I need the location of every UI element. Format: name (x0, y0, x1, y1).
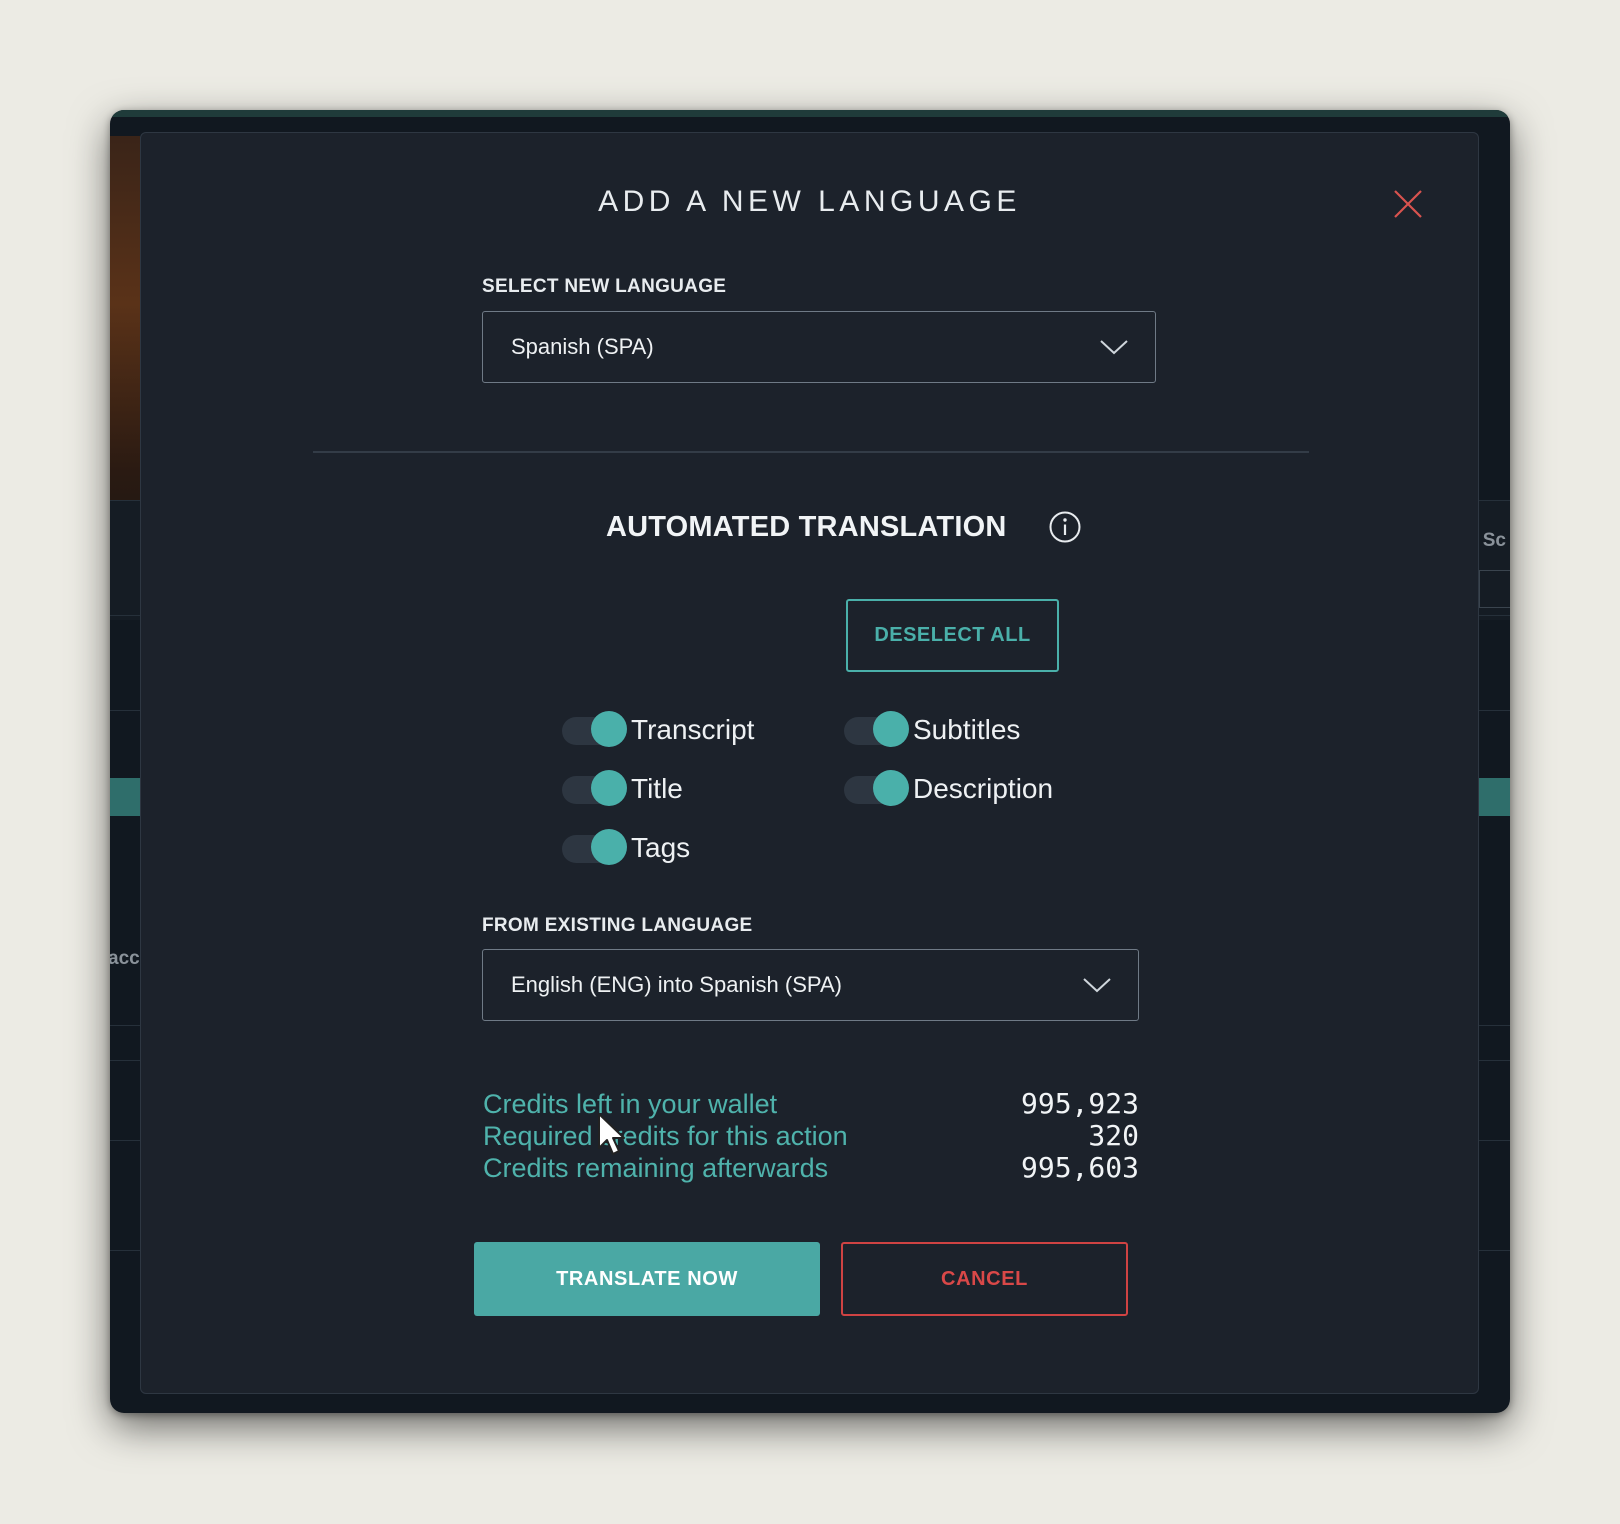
info-icon[interactable] (1048, 510, 1082, 544)
toggle-label: Transcript (631, 714, 755, 745)
credits-required-row: Required credits for this action 320 (483, 1120, 1139, 1152)
credits-wallet-row: Credits left in your wallet 995,923 (483, 1088, 1139, 1120)
from-language-label: FROM EXISTING LANGUAGE (482, 915, 753, 936)
deselect-all-button[interactable]: DESELECT ALL (846, 599, 1059, 672)
close-icon[interactable] (1391, 187, 1425, 221)
toggle-label: Tags (631, 832, 691, 863)
credit-value: 995,603 (1020, 1151, 1139, 1184)
window-top-edge (110, 110, 1510, 117)
new-language-value: Spanish (SPA) (511, 334, 654, 359)
modal-title: ADD A NEW LANGUAGE (598, 185, 1021, 218)
select-language-label: SELECT NEW LANGUAGE (482, 276, 727, 297)
background-expand-icon (1479, 570, 1510, 608)
credit-label: Credits left in your wallet (483, 1089, 778, 1119)
cancel-button[interactable]: CANCEL (841, 1242, 1128, 1316)
background-column-header: Sc (1482, 530, 1506, 551)
credits-summary: Credits left in your wallet 995,923 Requ… (483, 1088, 1139, 1184)
from-language-value: English (ENG) into Spanish (SPA) (511, 972, 842, 997)
toggle-knob (873, 770, 909, 806)
chevron-down-icon (1099, 338, 1129, 356)
credit-label: Credits remaining afterwards (483, 1153, 829, 1183)
toggle-label: Subtitles (913, 714, 1021, 745)
toggle-knob (591, 829, 627, 865)
toggle-label: Description (913, 773, 1054, 804)
credit-value: 995,923 (1020, 1087, 1139, 1120)
credit-value: 320 (1088, 1119, 1139, 1152)
toggle-knob (591, 770, 627, 806)
toggle-label: Title (631, 773, 683, 804)
credit-label: Required credits for this action (483, 1121, 848, 1151)
section-divider (313, 451, 1309, 453)
credits-remaining-row: Credits remaining afterwards 995,603 (483, 1152, 1139, 1184)
automated-translation-title: AUTOMATED TRANSLATION (606, 511, 1007, 543)
add-language-modal: ADD A NEW LANGUAGE SELECT NEW LANGUAGE S… (140, 132, 1479, 1394)
toggle-knob (591, 711, 627, 747)
chevron-down-icon (1082, 976, 1112, 994)
background-row-text: acc (110, 948, 140, 969)
toggle-knob (873, 711, 909, 747)
from-language-select[interactable]: English (ENG) into Spanish (SPA) (482, 949, 1139, 1021)
translate-now-button[interactable]: TRANSLATE NOW (474, 1242, 820, 1316)
new-language-select[interactable]: Spanish (SPA) (482, 311, 1156, 383)
